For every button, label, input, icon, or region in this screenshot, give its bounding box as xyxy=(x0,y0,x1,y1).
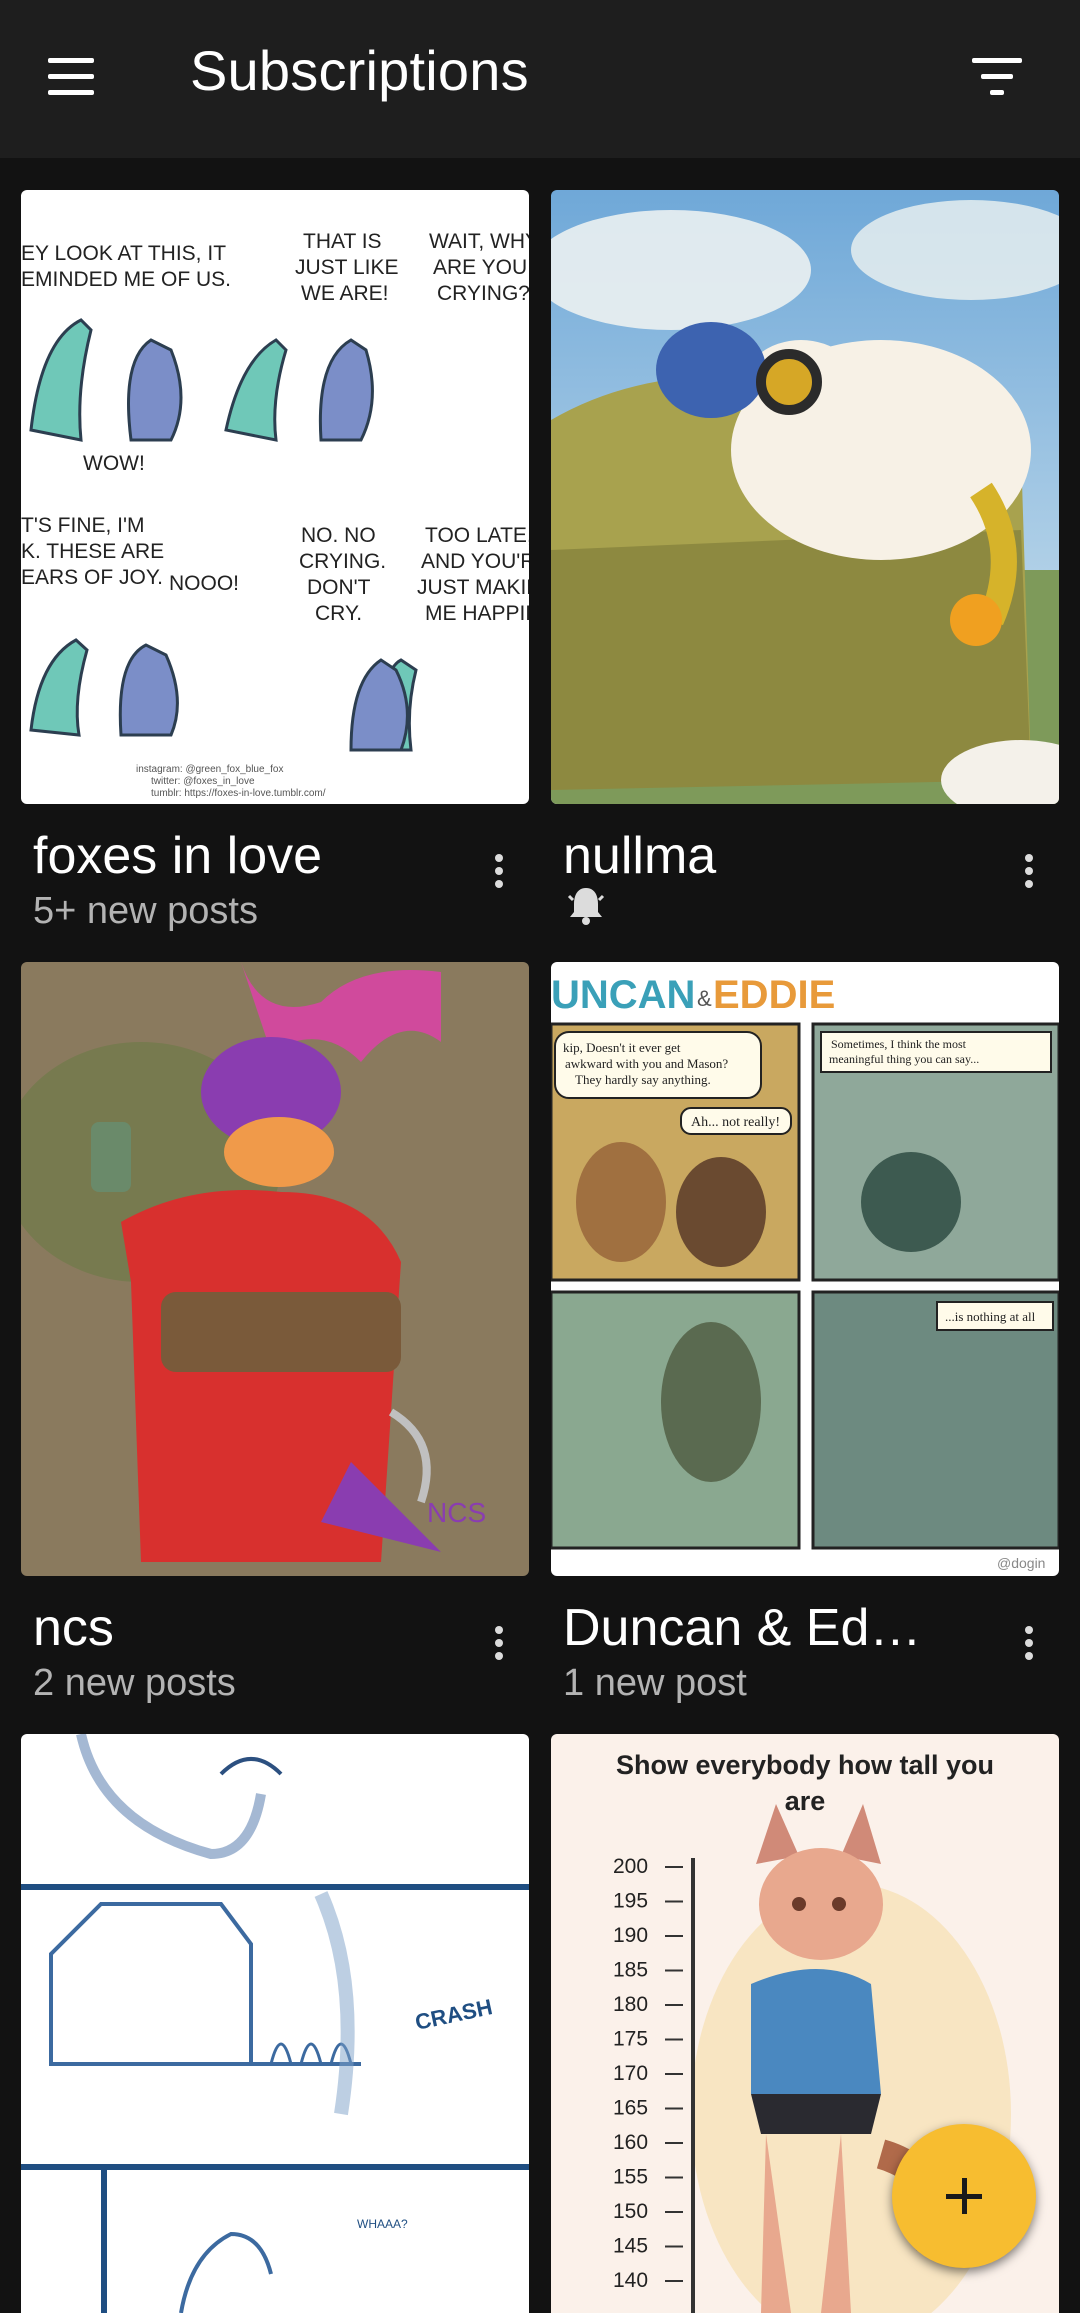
height-tick-mark xyxy=(665,1969,683,1972)
comic-title-a: UNCAN xyxy=(551,973,695,1017)
add-subscription-button[interactable] xyxy=(892,2124,1036,2268)
filter-icon[interactable] xyxy=(968,50,1028,102)
height-tick-mark xyxy=(665,2004,683,2006)
comic-text-line: NO. NO xyxy=(301,524,376,547)
height-tick-label: 185 xyxy=(613,1959,648,1982)
height-tick-mark xyxy=(665,2211,683,2213)
new-posts-count: 5+ new posts xyxy=(33,890,258,932)
comic-text: NOOO! xyxy=(169,572,239,595)
comic-title-amp: & xyxy=(697,986,712,1011)
comic-text-line: JUST MAKIN xyxy=(417,576,529,599)
height-tick-label: 145 xyxy=(613,2235,648,2258)
more-options-icon[interactable] xyxy=(1001,836,1057,906)
comic-title-b: EDDIE xyxy=(713,973,835,1017)
comic-text-line: WE ARE! xyxy=(301,282,389,305)
height-tick-mark xyxy=(665,2280,683,2282)
comic-text-line: ARE YOU xyxy=(433,256,527,279)
app-bar: Subscriptions xyxy=(0,0,1080,158)
sfx-text: WHAAA? xyxy=(357,2217,408,2231)
more-options-icon[interactable] xyxy=(1001,1608,1057,1678)
subscription-thumbnail[interactable]: CRASH WHAAA? xyxy=(21,1734,529,2313)
comic-thumbnail-image: UNCAN & EDDIE kip, Doesn't it ever get aw… xyxy=(551,962,1059,1576)
credit-line: instagram: @green_fox_blue_fox xyxy=(136,764,283,775)
speech-bubble-text: Ah... not really! xyxy=(691,1115,780,1130)
comic-text-line: CRY. xyxy=(315,602,362,625)
height-tick-mark xyxy=(665,1935,683,1937)
height-tick-label: 165 xyxy=(613,2097,648,2120)
comic-text-line: EMINDED ME OF US. xyxy=(21,268,231,291)
comic-text-line: CRYING. xyxy=(299,550,386,573)
page-title: Subscriptions xyxy=(190,39,529,102)
subscription-thumbnail[interactable]: NCS xyxy=(21,962,529,1576)
new-posts-count: 1 new post xyxy=(563,1662,747,1704)
comic-text-line: DON'T xyxy=(307,576,371,599)
comic-text-line: K. THESE ARE xyxy=(21,540,164,563)
height-tick-mark xyxy=(665,2142,683,2144)
artwork-heading-line2: are xyxy=(785,1786,826,1816)
speech-bubble-text: Sometimes, I think the most meaningful th… xyxy=(829,1037,979,1066)
speech-bubble-text: ...is nothing at all xyxy=(945,1309,1036,1324)
comic-text: T'S FINE, I'M K. THESE ARE EARS OF JOY. xyxy=(21,514,164,589)
height-tick-label: 140 xyxy=(613,2269,648,2292)
height-tick-label: 160 xyxy=(613,2131,648,2154)
height-tick-mark xyxy=(665,2176,683,2179)
height-tick-label: 155 xyxy=(613,2166,648,2189)
height-tick-mark xyxy=(665,1900,683,1903)
speech-line: meaningful thing you can say... xyxy=(829,1052,979,1066)
artwork-thumbnail-image xyxy=(551,190,1059,804)
speech-line: kip, Doesn't it ever get xyxy=(563,1040,681,1055)
more-options-icon[interactable] xyxy=(471,1608,527,1678)
credit-line: twitter: @foxes_in_love xyxy=(151,776,255,787)
height-tick-label: 180 xyxy=(613,1993,648,2016)
subscription-name: foxes in love xyxy=(33,827,323,885)
comic-text-line: TOO LATE, xyxy=(425,524,529,547)
comic-text-line: JUST LIKE xyxy=(295,256,398,279)
more-options-icon[interactable] xyxy=(471,836,527,906)
subscription-thumbnail[interactable] xyxy=(551,190,1059,804)
comic-thumbnail-image: CRASH WHAAA? xyxy=(21,1734,529,2313)
height-tick-label: 195 xyxy=(613,1890,648,1913)
speech-line: They hardly say anything. xyxy=(575,1072,711,1087)
comic-text-line: EARS OF JOY. xyxy=(21,566,163,589)
comic-text-line: AND YOU'R xyxy=(421,550,529,573)
comic-text-line: WAIT, WHY xyxy=(429,230,529,253)
credit-line: tumblr: https://foxes-in-love.tumblr.com… xyxy=(151,788,326,799)
hamburger-menu-icon[interactable] xyxy=(42,50,102,102)
subscription-name: ncs xyxy=(33,1599,114,1657)
comic-text: WOW! xyxy=(83,452,145,475)
height-tick-label: 150 xyxy=(613,2200,648,2223)
height-tick-mark xyxy=(665,1866,683,1868)
new-posts-count: 2 new posts xyxy=(33,1662,236,1704)
comic-text-line: T'S FINE, I'M xyxy=(21,514,145,537)
bell-icon xyxy=(567,888,605,925)
speech-line: awkward with you and Mason? xyxy=(565,1056,728,1071)
height-tick-label: 170 xyxy=(613,2062,648,2085)
height-tick-label: 175 xyxy=(613,2028,648,2051)
comic-text-line: THAT IS xyxy=(303,230,382,253)
plus-icon xyxy=(962,2178,967,2214)
height-tick-mark xyxy=(665,2245,683,2248)
height-tick-mark xyxy=(665,2038,683,2041)
artwork-thumbnail-image: NCS xyxy=(21,962,529,1576)
comic-text-line: EY LOOK AT THIS, IT xyxy=(21,242,226,265)
signature-text: NCS xyxy=(427,1497,486,1528)
height-tick-mark xyxy=(665,2073,683,2075)
artwork-heading-line1: Show everybody how tall you xyxy=(616,1750,994,1780)
subscription-name: nullma xyxy=(563,827,717,885)
comic-text: WAIT, WHY ARE YOU CRYING? xyxy=(429,230,529,305)
comic-thumbnail-image: EY LOOK AT THIS, IT EMINDED ME OF US. THA… xyxy=(21,190,529,804)
height-tick-label: 190 xyxy=(613,1924,648,1947)
comic-text-line: CRYING? xyxy=(437,282,529,305)
speech-line: Sometimes, I think the most xyxy=(831,1037,967,1051)
subscription-thumbnail[interactable]: EY LOOK AT THIS, IT EMINDED ME OF US. THA… xyxy=(21,190,529,804)
height-tick-mark xyxy=(665,2107,683,2110)
comic-text-line: ME HAPPIE xyxy=(425,602,529,625)
subscription-thumbnail[interactable]: UNCAN & EDDIE kip, Doesn't it ever get aw… xyxy=(551,962,1059,1576)
height-tick-label: 200 xyxy=(613,1855,648,1878)
artist-handle-text: @dogin xyxy=(997,1555,1045,1571)
subscription-name: Duncan & Ed… xyxy=(563,1599,922,1657)
